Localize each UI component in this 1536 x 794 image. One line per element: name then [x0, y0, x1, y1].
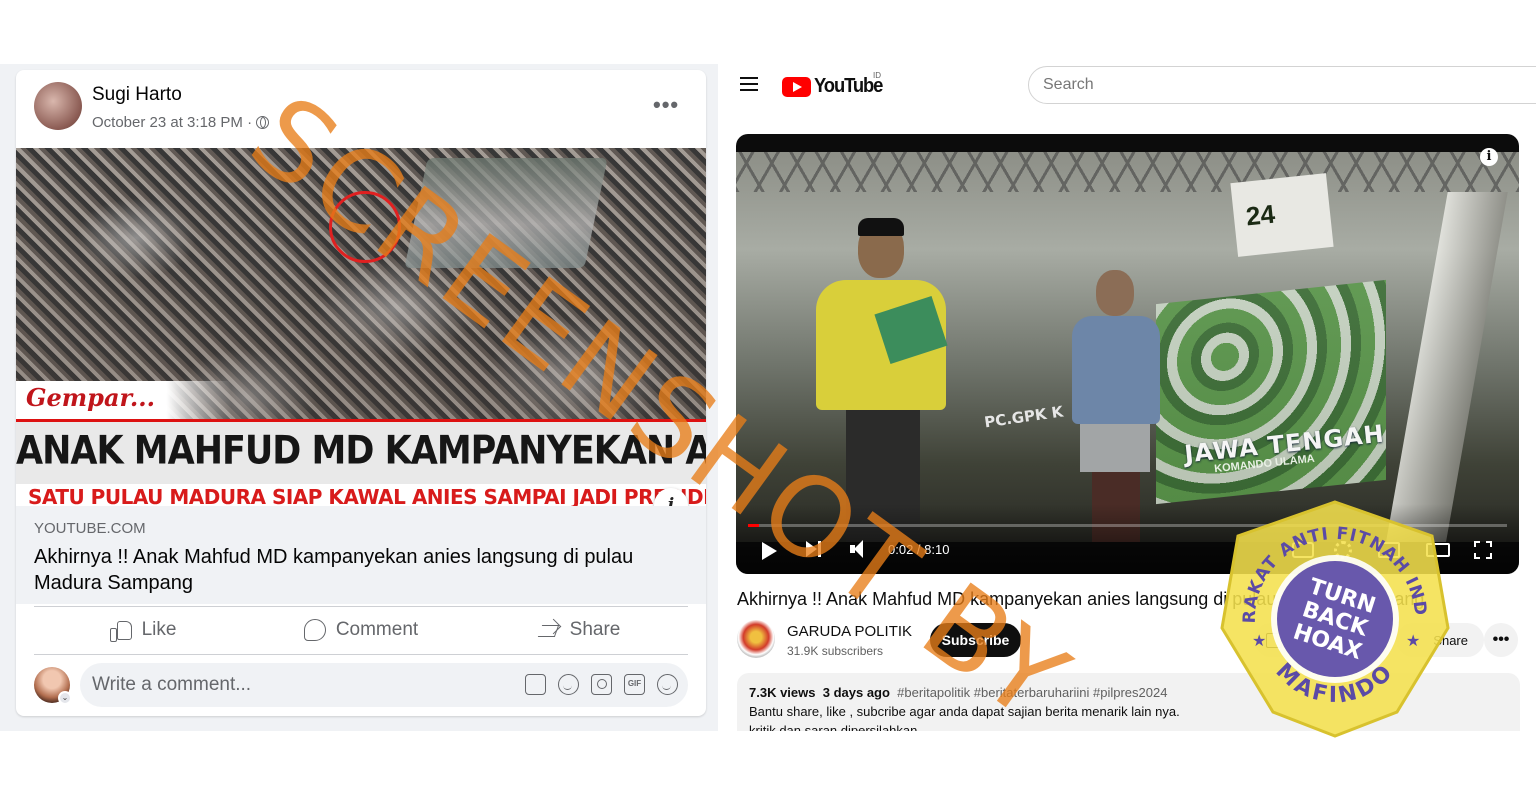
- speaker-figure: [816, 218, 948, 542]
- time-display: 0:02 / 8:10: [888, 542, 950, 557]
- link-domain: YOUTUBE.COM: [34, 520, 146, 537]
- video-player[interactable]: 24 JAWA TENGAH KOMANDO ULAMA PC.GPK K i …: [736, 134, 1519, 574]
- youtube-wordmark: YouTube: [814, 75, 883, 97]
- author-name[interactable]: Sugi Harto: [92, 84, 182, 106]
- comment-button[interactable]: Comment: [252, 611, 470, 649]
- emoji-icon[interactable]: [558, 674, 579, 695]
- author-avatar[interactable]: [34, 82, 82, 130]
- avatar-sticker-icon[interactable]: [525, 674, 546, 695]
- video-frame[interactable]: 24 JAWA TENGAH KOMANDO ULAMA PC.GPK K: [736, 152, 1519, 542]
- facebook-post-card: Sugi Harto October 23 at 3:18 PM · ••• G…: [16, 70, 706, 716]
- hashtags[interactable]: #beritapolitik #beritaterbaruhariini #pi…: [897, 685, 1167, 700]
- view-count: 7.3K views: [749, 685, 816, 700]
- description-box[interactable]: 7.3K views 3 days ago #beritapolitik #be…: [737, 673, 1520, 731]
- hamburger-menu-icon[interactable]: [740, 77, 758, 91]
- like-button[interactable]: Like: [34, 611, 252, 649]
- like-button[interactable]: 324: [1254, 623, 1384, 657]
- chevron-down-icon[interactable]: ⌄: [58, 691, 72, 705]
- facebook-panel: Sugi Harto October 23 at 3:18 PM · ••• G…: [0, 64, 718, 731]
- miniplayer-icon[interactable]: [1378, 542, 1400, 558]
- composer-tools: GIF: [525, 674, 678, 695]
- sticker-icon[interactable]: [657, 674, 678, 695]
- progress-fill: [748, 524, 760, 527]
- flag: [1384, 192, 1508, 542]
- action-divider-bottom: [34, 654, 688, 655]
- post-timestamp[interactable]: October 23 at 3:18 PM ·: [92, 114, 252, 131]
- camera-icon[interactable]: [591, 674, 612, 695]
- comment-composer: GIF: [80, 663, 688, 707]
- description-stats: 7.3K views 3 days ago #beritapolitik #be…: [749, 685, 1508, 700]
- share-button[interactable]: Share: [470, 611, 688, 649]
- stage-truss: [736, 152, 1519, 192]
- post-meta: October 23 at 3:18 PM ·: [92, 114, 270, 131]
- subscribe-button[interactable]: Subscribe: [930, 623, 1021, 657]
- comment-label: Comment: [335, 619, 419, 640]
- link-preview[interactable]: YOUTUBE.COM Akhirnya !! Anak Mahfud MD k…: [16, 506, 706, 604]
- description-line: Bantu share, like , subcribe agar anda d…: [749, 704, 1180, 719]
- party-board-number: 24: [1244, 198, 1277, 232]
- captions-icon[interactable]: [1292, 542, 1314, 558]
- post-options-button[interactable]: •••: [653, 92, 679, 118]
- more-actions-button[interactable]: •••: [1484, 623, 1518, 657]
- fullscreen-icon[interactable]: [1474, 541, 1492, 559]
- like-count: 324: [1290, 632, 1312, 648]
- thumbnail-subheadline: SATU PULAU MADURA SIAP KAWAL ANIES SAMPA…: [28, 485, 706, 506]
- gear-icon[interactable]: [1334, 541, 1352, 559]
- volume-icon[interactable]: [850, 540, 870, 558]
- gif-icon[interactable]: GIF: [624, 674, 645, 695]
- youtube-play-icon: [782, 76, 811, 97]
- action-divider-top: [34, 606, 688, 607]
- comment-bubble-icon: [303, 619, 326, 641]
- youtube-panel: YouTube ID 24 JAWA TENGAH KOMANDO ULAMA …: [718, 64, 1536, 731]
- globe-icon: [256, 116, 270, 129]
- video-title: Akhirnya !! Anak Mahfud MD kampanyekan a…: [737, 589, 1425, 609]
- description-line: kritik dan saran dipersilahkan: [749, 723, 918, 731]
- highlight-circle: [329, 191, 401, 263]
- info-icon[interactable]: i: [1480, 148, 1498, 166]
- stage-sign-text: PC.GPK K: [983, 402, 1065, 432]
- thumbs-up-icon: [1266, 632, 1282, 648]
- channel-avatar[interactable]: [737, 620, 775, 658]
- theater-mode-icon[interactable]: [1426, 543, 1450, 557]
- share-arrow-icon: [538, 620, 560, 640]
- thumbnail-headline: ANAK MAHFUD MD KAMPANYEKAN ANIES: [16, 428, 706, 474]
- thumbs-up-icon: [109, 620, 132, 642]
- region-code: ID: [873, 71, 881, 80]
- link-title[interactable]: Akhirnya !! Anak Mahfud MD kampanyekan a…: [34, 544, 684, 596]
- comment-input[interactable]: [92, 663, 512, 707]
- channel-name[interactable]: GARUDA POLITIK: [787, 623, 912, 640]
- search-input[interactable]: [1028, 66, 1536, 104]
- share-button[interactable]: Share: [1396, 623, 1484, 657]
- link-thumbnail[interactable]: Gempar... ANAK MAHFUD MD KAMPANYEKAN ANI…: [16, 148, 706, 506]
- party-banner: [1156, 279, 1386, 505]
- play-icon[interactable]: [762, 542, 777, 560]
- overlay-label: Gempar...: [26, 383, 155, 412]
- progress-bar[interactable]: [748, 524, 1507, 527]
- post-actions: Like Comment Share: [34, 611, 688, 649]
- share-label: Share: [569, 619, 621, 640]
- subscriber-count: 31.9K subscribers: [787, 644, 884, 658]
- upload-age: 3 days ago: [822, 685, 890, 700]
- like-label: Like: [141, 619, 177, 640]
- controls-gradient: [736, 504, 1519, 574]
- dancer-figure: [1066, 270, 1166, 542]
- next-icon[interactable]: [806, 540, 822, 558]
